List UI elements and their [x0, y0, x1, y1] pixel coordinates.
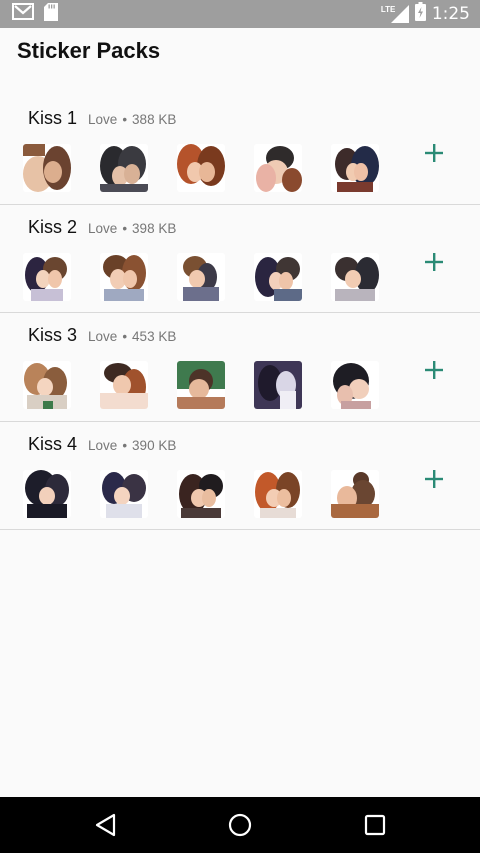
- navigation-bar: [0, 797, 480, 853]
- add-pack-button[interactable]: [420, 356, 448, 384]
- sticker-pack-row[interactable]: Kiss 4 Love • 390 KB: [0, 422, 480, 530]
- plus-icon: [425, 252, 443, 271]
- pack-publisher: Love: [88, 329, 118, 344]
- sticker-image: [177, 469, 225, 518]
- plus-icon: [425, 361, 443, 379]
- add-pack-button[interactable]: [420, 248, 448, 276]
- pack-publisher: Love: [88, 112, 118, 127]
- plus-icon: [425, 469, 443, 488]
- pack-header: Kiss 3 Love • 453 KB: [28, 325, 176, 346]
- sticker-image: [177, 144, 225, 192]
- pack-header: Kiss 4 Love • 390 KB: [28, 434, 176, 455]
- pack-size: 453 KB: [132, 329, 177, 344]
- sticker-image: [23, 469, 71, 518]
- sticker-image: [254, 252, 302, 301]
- lte-label: LTE: [380, 5, 396, 14]
- sticker-tray: [23, 469, 379, 518]
- plus-icon: [425, 144, 443, 162]
- sticker-pack-row[interactable]: Kiss 3 Love • 453 KB: [0, 313, 480, 422]
- home-icon: [228, 813, 252, 837]
- battery-icon: [414, 2, 426, 26]
- pack-separator: •: [122, 220, 128, 236]
- back-button[interactable]: [90, 810, 120, 840]
- app-bar: Sticker Packs: [0, 28, 480, 78]
- add-pack-button[interactable]: [420, 465, 448, 493]
- sticker-image: [177, 361, 225, 409]
- pack-name: Kiss 4: [28, 433, 78, 454]
- back-icon: [95, 813, 116, 837]
- home-button[interactable]: [225, 810, 255, 840]
- sticker-image: [254, 361, 302, 409]
- sticker-image: [100, 361, 148, 409]
- sticker-image: [100, 469, 148, 518]
- sticker-image: [23, 252, 71, 301]
- pack-name: Kiss 2: [28, 216, 78, 237]
- status-bar: LTE 1:25: [0, 0, 480, 28]
- sticker-image: [331, 469, 379, 518]
- sticker-image: [23, 144, 71, 192]
- recents-icon: [364, 814, 386, 836]
- pack-publisher: Love: [88, 437, 118, 453]
- pack-size: 390 KB: [132, 437, 177, 453]
- recents-button[interactable]: [360, 810, 390, 840]
- pack-separator: •: [122, 437, 128, 453]
- pack-header: Kiss 2 Love • 398 KB: [28, 217, 176, 238]
- sticker-tray: [23, 252, 379, 301]
- sticker-image: [254, 469, 302, 518]
- sd-card-icon: [44, 2, 58, 26]
- sticker-image: [254, 144, 302, 192]
- sticker-tray: [23, 144, 379, 192]
- sticker-image: [100, 252, 148, 301]
- sticker-image: [331, 252, 379, 301]
- pack-size: 398 KB: [132, 220, 177, 236]
- clock: 1:25: [431, 4, 470, 24]
- sticker-tray: [23, 361, 379, 409]
- pack-name: Kiss 3: [28, 325, 78, 345]
- add-pack-button[interactable]: [420, 139, 448, 167]
- pack-separator: •: [122, 112, 128, 127]
- sticker-image: [331, 361, 379, 409]
- pack-size: 388 KB: [132, 112, 177, 127]
- pack-separator: •: [122, 329, 128, 344]
- sticker-image: [331, 144, 379, 192]
- gmail-icon: [12, 3, 34, 25]
- sticker-pack-row[interactable]: Kiss 2 Love • 398 KB: [0, 205, 480, 313]
- lte-signal-icon: LTE: [381, 5, 409, 23]
- pack-header: Kiss 1 Love • 388 KB: [28, 108, 176, 129]
- sticker-image: [23, 361, 71, 409]
- sticker-pack-row[interactable]: Kiss 1 Love • 388 KB: [0, 96, 480, 205]
- page-title: Sticker Packs: [17, 38, 161, 63]
- pack-publisher: Love: [88, 220, 118, 236]
- sticker-image: [100, 144, 148, 192]
- sticker-image: [177, 252, 225, 301]
- sticker-pack-list: Kiss 1 Love • 388 KB Kiss 2 Love • 398 K…: [0, 96, 480, 530]
- pack-name: Kiss 1: [28, 108, 78, 128]
